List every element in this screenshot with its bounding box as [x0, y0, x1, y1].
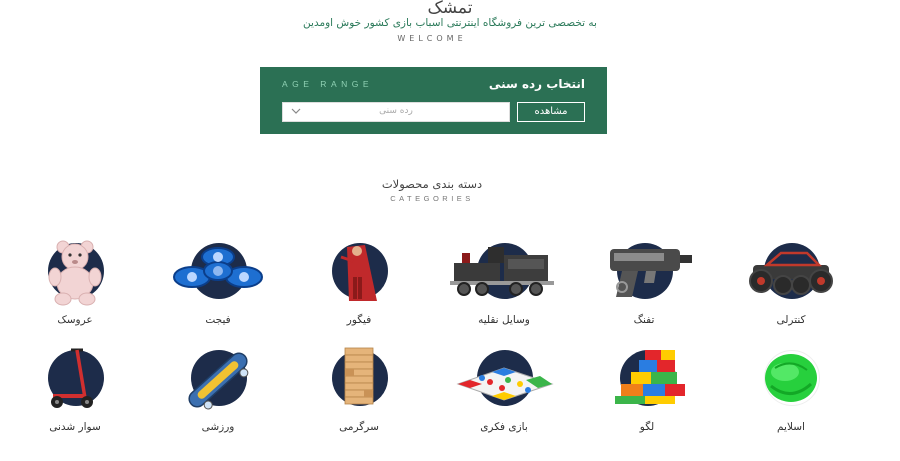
category-ride-on[interactable]: سوار شدنی	[15, 348, 135, 445]
category-gun[interactable]: تفنگ	[584, 243, 704, 338]
category-label: عروسک	[57, 314, 93, 326]
brand-title: تمشک	[427, 0, 473, 18]
category-label: فیجت	[205, 314, 231, 326]
category-label: سرگرمی	[339, 421, 379, 433]
toy-gun-icon	[610, 249, 692, 297]
category-doll[interactable]: عروسک	[15, 240, 135, 338]
age-range-heading-en: AGE RANGE	[282, 79, 374, 89]
category-fidget[interactable]: فیجت	[158, 243, 278, 338]
skateboard-icon	[188, 352, 249, 410]
age-range-heading: انتخاب رده سنی	[488, 77, 585, 91]
category-label: فیگور	[346, 314, 372, 326]
category-lego[interactable]: لگو	[587, 350, 707, 445]
teddy-bear-icon	[48, 240, 102, 306]
categories-heading: دسته بندی محصولات CATEGORIES	[0, 177, 864, 203]
rc-car-icon	[749, 251, 833, 295]
category-label: اسلایم	[777, 421, 805, 433]
category-entertainment[interactable]: سرگرمی	[299, 347, 419, 445]
slime-icon	[765, 354, 817, 402]
train-icon	[450, 247, 554, 296]
hero-header: تمشک به تخصصی ترین فروشگاه اینترنتی اسبا…	[0, 0, 900, 50]
fidget-spinner-icon	[173, 247, 263, 288]
category-sports[interactable]: ورزشی	[158, 350, 278, 445]
welcome-label: WELCOME	[397, 34, 467, 43]
welcome-tagline: به تخصصی ترین فروشگاه اینترنتی اسباب باز…	[303, 17, 597, 29]
figure-icon	[340, 245, 377, 301]
category-label: کنترلی	[776, 314, 806, 326]
age-range-select[interactable]: رده سنی	[282, 102, 510, 122]
category-label: لگو	[639, 421, 655, 433]
category-label: وسایل نقلیه	[478, 314, 530, 326]
category-label: ورزشی	[201, 421, 235, 433]
categories-title: دسته بندی محصولات	[381, 177, 483, 191]
category-label: تفنگ	[633, 314, 655, 326]
categories-subtitle: CATEGORIES	[390, 194, 474, 203]
category-vehicles[interactable]: وسایل نقلیه	[444, 243, 564, 338]
board-game-icon	[456, 367, 554, 401]
category-slime[interactable]: اسلایم	[731, 350, 851, 445]
category-label: سوار شدنی	[49, 421, 101, 433]
view-button[interactable]: مشاهده	[517, 102, 585, 122]
age-range-panel: AGE RANGE انتخاب رده سنی رده سنی مشاهده	[260, 67, 607, 134]
category-figure[interactable]: فیگور	[299, 243, 419, 338]
jenga-icon	[344, 347, 374, 405]
scooter-icon	[51, 348, 93, 408]
age-range-select-placeholder: رده سنی	[379, 106, 413, 116]
category-board-game[interactable]: بازی فکری	[444, 350, 564, 445]
category-rc[interactable]: کنترلی	[731, 243, 851, 338]
category-label: بازی فکری	[480, 421, 528, 433]
lego-icon	[615, 350, 685, 404]
